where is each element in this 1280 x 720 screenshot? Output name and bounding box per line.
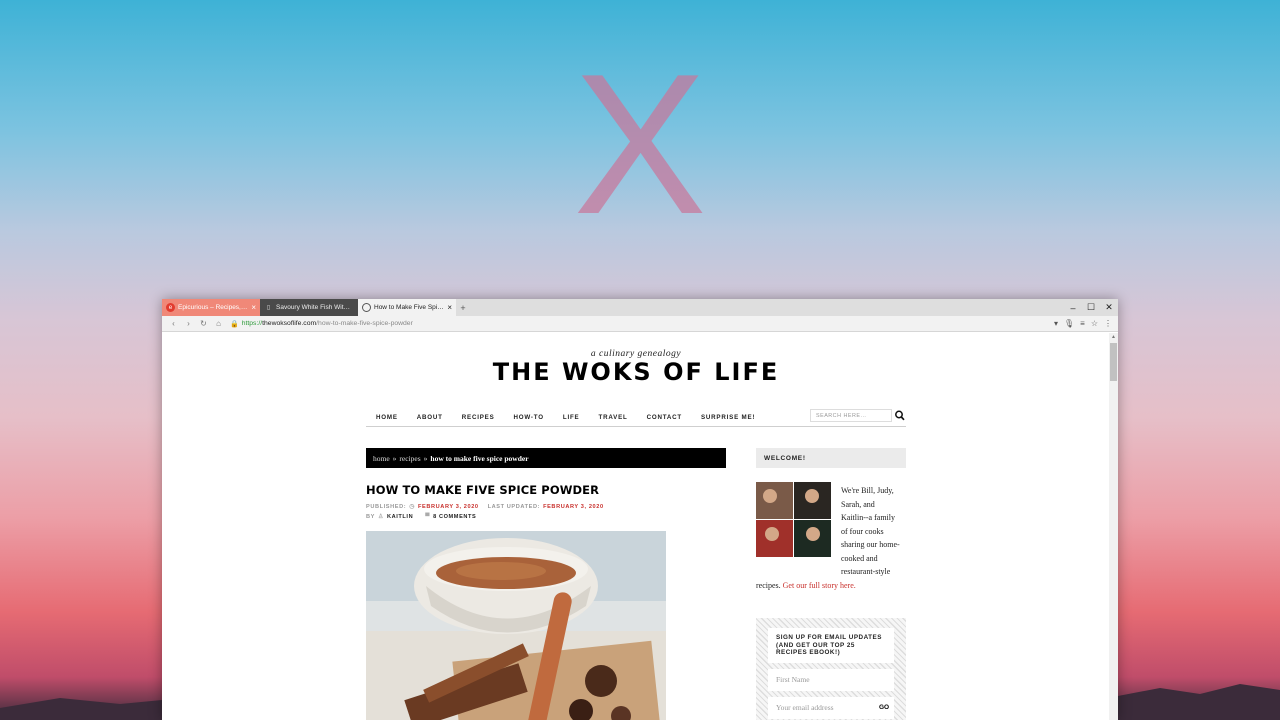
search-input[interactable]: SEARCH HERE... bbox=[810, 409, 892, 422]
menu-icon[interactable]: ⋮ bbox=[1104, 319, 1112, 328]
email-signup-box: SIGN UP FOR EMAIL UPDATES (AND GET OUR T… bbox=[756, 618, 906, 720]
tab-title: Savoury White Fish With... bbox=[276, 304, 351, 311]
page-icon: ▯ bbox=[266, 305, 271, 311]
updated-date: FEBRUARY 3, 2020 bbox=[543, 503, 604, 510]
back-button[interactable]: ‹ bbox=[166, 319, 181, 328]
welcome-line: restaurant-style bbox=[841, 567, 891, 576]
welcome-line: cooked and bbox=[841, 553, 878, 563]
home-button[interactable]: ⌂ bbox=[211, 319, 226, 328]
url-host: thewoksoflife.com bbox=[262, 320, 317, 327]
comments-link[interactable]: 8 COMMENTS bbox=[433, 514, 476, 520]
post-meta-dates: PUBLISHED: ◷ FEBRUARY 3, 2020 LAST UPDAT… bbox=[366, 503, 613, 511]
close-tab-icon[interactable]: × bbox=[251, 303, 256, 312]
page-viewport: ▲ a culinary genealogy THE WOKS OF LIFE … bbox=[162, 333, 1118, 720]
welcome-line: Kaitlin--a family bbox=[841, 513, 895, 522]
comment-icon: ▀ bbox=[425, 513, 431, 520]
close-tab-icon[interactable]: × bbox=[447, 303, 452, 312]
signup-title: SIGN UP FOR EMAIL UPDATES (AND GET OUR T… bbox=[768, 628, 894, 663]
welcome-line: of four cooks bbox=[841, 526, 884, 536]
url-scheme: https:// bbox=[241, 320, 263, 327]
close-window-button[interactable]: ✕ bbox=[1100, 299, 1118, 316]
epicurious-icon: e bbox=[166, 303, 175, 312]
five-spice-photo bbox=[366, 531, 666, 720]
user-icon: ♙ bbox=[377, 514, 384, 520]
nav-surprise-me[interactable]: SURPRISE ME! bbox=[701, 414, 755, 421]
forward-button[interactable]: › bbox=[181, 319, 196, 328]
breadcrumb-separator: » bbox=[423, 453, 428, 463]
tab-epicurious[interactable]: e Epicurious – Recipes, Me... × bbox=[162, 299, 260, 316]
welcome-line: recipes. bbox=[756, 580, 781, 590]
updated-label: LAST UPDATED: bbox=[487, 503, 541, 510]
mic-icon[interactable]: 🎙 bbox=[1064, 319, 1074, 328]
post-title: HOW TO MAKE FIVE SPICE POWDER bbox=[366, 483, 600, 497]
browser-toolbar: ‹ › ↻ ⌂ 🔒 https:// thewoksoflife.com /ho… bbox=[162, 316, 1118, 332]
welcome-line: We're Bill, Judy, bbox=[841, 486, 894, 495]
welcome-line: Sarah, and bbox=[841, 499, 875, 509]
wok-icon bbox=[362, 303, 371, 312]
sidebar: WELCOME! We're Bill, Judy, Sarah, and Ka… bbox=[756, 448, 906, 720]
breadcrumb-current: how to make five spice powder bbox=[430, 453, 529, 463]
site-logo-title[interactable]: THE WOKS OF LIFE bbox=[366, 358, 906, 386]
lock-icon: 🔒 bbox=[230, 320, 239, 328]
nav-home[interactable]: HOME bbox=[376, 414, 398, 421]
tab-five-spice[interactable]: How to Make Five Spice... × bbox=[358, 299, 456, 316]
address-bar[interactable]: 🔒 https:// thewoksoflife.com /how-to-mak… bbox=[226, 317, 1054, 330]
nav-recipes[interactable]: RECIPES bbox=[462, 414, 495, 421]
published-label: PUBLISHED: bbox=[366, 503, 407, 510]
bookmark-star-icon[interactable]: ☆ bbox=[1091, 319, 1098, 328]
minimize-button[interactable]: – bbox=[1064, 299, 1082, 316]
main-nav: HOME ABOUT RECIPES HOW-TO LIFE TRAVEL CO… bbox=[366, 409, 906, 427]
new-tab-button[interactable]: + bbox=[456, 299, 470, 316]
nav-travel[interactable]: TRAVEL bbox=[598, 414, 627, 421]
email-field[interactable]: Your email address bbox=[768, 696, 874, 719]
by-label: BY bbox=[366, 513, 375, 520]
author-link[interactable]: KAITLIN bbox=[387, 514, 413, 520]
breadcrumb-separator: » bbox=[392, 453, 397, 463]
welcome-line: sharing our home- bbox=[841, 540, 900, 549]
go-button[interactable]: GO bbox=[874, 696, 894, 719]
hero-photo-five-spice bbox=[366, 531, 666, 720]
nav-about[interactable]: ABOUT bbox=[417, 414, 443, 421]
email-row: Your email address GO bbox=[768, 696, 894, 719]
url-path: /how-to-make-five-spice-powder bbox=[316, 320, 413, 327]
published-date: FEBRUARY 3, 2020 bbox=[418, 503, 479, 510]
scroll-thumb[interactable] bbox=[1110, 343, 1117, 381]
nav-contact[interactable]: CONTACT bbox=[647, 414, 682, 421]
reload-button[interactable]: ↻ bbox=[196, 319, 211, 328]
browser-window: e Epicurious – Recipes, Me... × ▯ Savour… bbox=[162, 299, 1118, 720]
reader-icon[interactable]: ≡ bbox=[1080, 319, 1085, 328]
dropdown-icon[interactable]: ▾ bbox=[1054, 319, 1058, 328]
post-meta-author: BY ♙ KAITLIN ▀ 8 COMMENTS bbox=[366, 513, 485, 521]
scrollbar[interactable]: ▲ bbox=[1109, 333, 1118, 720]
nav-life[interactable]: LIFE bbox=[563, 414, 580, 421]
clock-icon: ◷ bbox=[409, 504, 416, 510]
welcome-text: We're Bill, Judy, Sarah, and Kaitlin--a … bbox=[756, 484, 906, 592]
nav-how-to[interactable]: HOW-TO bbox=[514, 414, 544, 421]
scroll-up-icon[interactable]: ▲ bbox=[1109, 333, 1118, 342]
search-icon[interactable] bbox=[894, 409, 906, 422]
window-controls: – ☐ ✕ bbox=[1064, 299, 1118, 316]
breadcrumb-home[interactable]: home bbox=[373, 454, 390, 463]
tab-bar: e Epicurious – Recipes, Me... × ▯ Savour… bbox=[162, 299, 1118, 316]
toolbar-actions: ▾ 🎙 ≡ ☆ ⋮ bbox=[1054, 319, 1114, 328]
tab-title: Epicurious – Recipes, Me... bbox=[178, 304, 249, 311]
breadcrumb-recipes[interactable]: recipes bbox=[399, 454, 420, 463]
tab-savoury-fish[interactable]: ▯ Savoury White Fish With... bbox=[260, 299, 358, 316]
desktop-x-logo: X bbox=[573, 33, 707, 256]
maximize-button[interactable]: ☐ bbox=[1082, 299, 1100, 316]
full-story-link[interactable]: Get our full story here. bbox=[783, 581, 856, 590]
tab-title: How to Make Five Spice... bbox=[374, 304, 445, 311]
first-name-field[interactable]: First Name bbox=[768, 668, 894, 691]
welcome-heading: WELCOME! bbox=[756, 448, 906, 468]
breadcrumb: home » recipes » how to make five spice … bbox=[366, 448, 726, 468]
